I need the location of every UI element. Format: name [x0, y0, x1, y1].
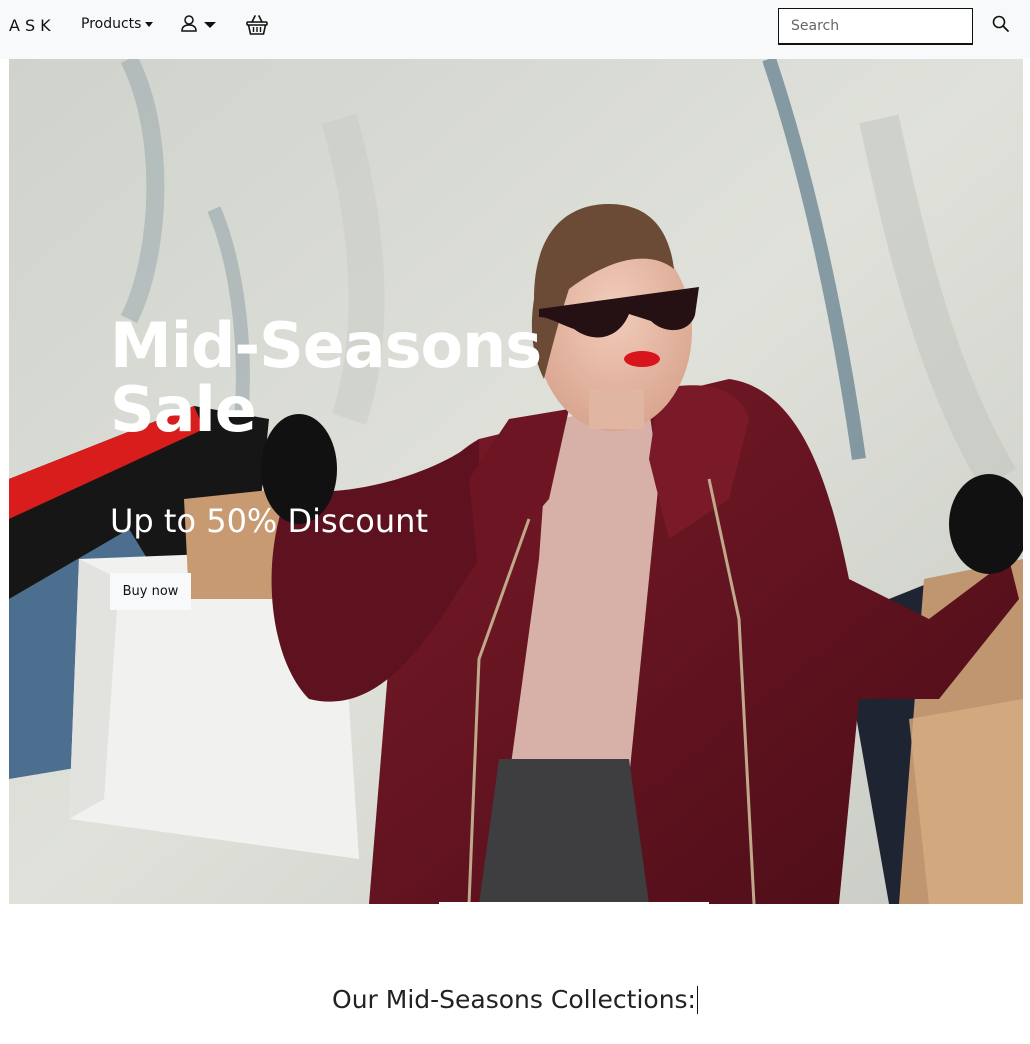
- buy-now-button[interactable]: Buy now: [110, 573, 191, 610]
- user-icon: [181, 15, 197, 32]
- collections-heading-text: Our Mid-Seasons Collections:: [332, 985, 696, 1014]
- search-button[interactable]: [992, 15, 1010, 37]
- products-label: Products: [81, 16, 142, 32]
- text-cursor: [696, 986, 698, 1014]
- brand-logo[interactable]: ASK: [9, 16, 56, 35]
- carousel-indicator[interactable]: [439, 902, 709, 904]
- hero-subtitle: Up to 50% Discount: [110, 502, 428, 540]
- user-menu-dropdown[interactable]: [180, 14, 216, 34]
- caret-down-icon: [145, 22, 154, 27]
- search-input[interactable]: [778, 8, 973, 45]
- hero-title: Mid-Seasons Sale: [110, 309, 542, 446]
- search-icon: [992, 15, 1009, 32]
- basket-icon: [246, 15, 268, 35]
- collections-heading: Our Mid-Seasons Collections:: [0, 985, 1030, 1014]
- cart-button[interactable]: [245, 13, 269, 41]
- top-navbar: ASK Products: [0, 0, 1030, 59]
- products-dropdown[interactable]: Products: [81, 16, 154, 32]
- woman-with-shopping-bags-photo: [9, 59, 1023, 904]
- hero-banner: Mid-Seasons Sale Up to 50% Discount Buy …: [9, 59, 1023, 904]
- caret-down-icon: [204, 21, 216, 28]
